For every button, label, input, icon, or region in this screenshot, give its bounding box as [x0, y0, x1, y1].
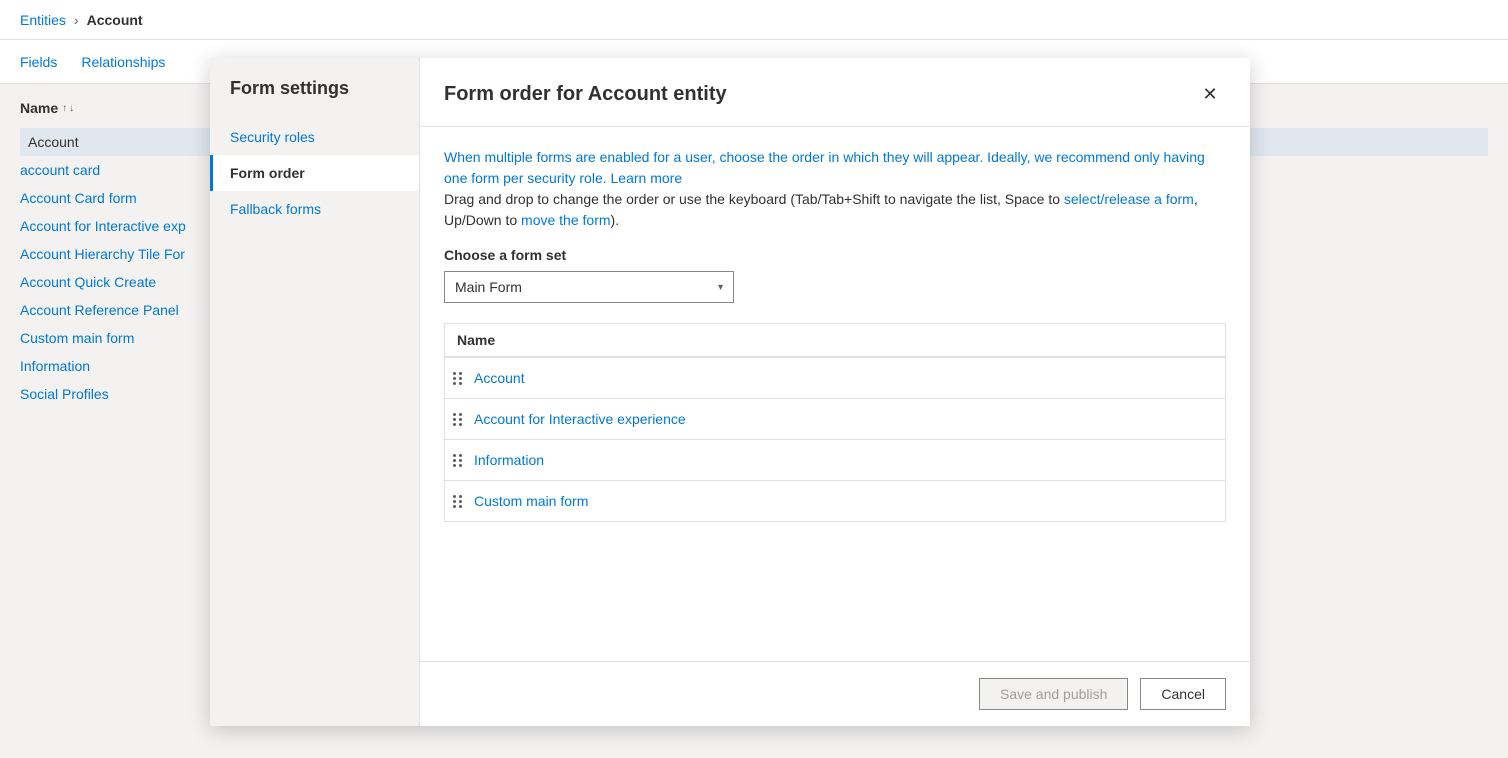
sidebar-title: Form settings	[210, 78, 419, 119]
dropdown-arrow-icon: ▾	[718, 282, 723, 293]
entities-link[interactable]: Entities	[20, 12, 66, 28]
form-name-label: Information	[474, 452, 544, 468]
nav-fields[interactable]: Fields	[20, 44, 57, 80]
form-list-table: Name Account Account	[444, 323, 1226, 522]
desc-text-4: ).	[611, 212, 620, 228]
modal-dialog: Form settings Security roles Form order …	[210, 58, 1250, 726]
breadcrumb: Entities › Account	[20, 12, 143, 28]
modal-footer: Save and publish Cancel	[420, 661, 1250, 726]
sidebar-item-security-roles[interactable]: Security roles	[210, 119, 419, 155]
form-list-row[interactable]: Account	[445, 358, 1225, 399]
sort-arrows[interactable]: ↑ ↓	[62, 103, 74, 114]
modal-sidebar: Form settings Security roles Form order …	[210, 58, 420, 726]
desc-text-1: When multiple forms are enabled for a us…	[444, 149, 1205, 186]
save-and-publish-button[interactable]: Save and publish	[979, 678, 1128, 710]
sidebar-item-fallback-forms[interactable]: Fallback forms	[210, 191, 419, 227]
sort-down-arrow: ↓	[69, 103, 74, 114]
desc-text-2: Drag and drop to change the order or use…	[444, 191, 1064, 207]
drag-handle-icon[interactable]	[453, 454, 462, 467]
form-set-dropdown[interactable]: Main Form ▾	[444, 271, 734, 303]
modal-content-area: Form order for Account entity ✕ When mul…	[420, 58, 1250, 726]
move-form-link[interactable]: move the form	[521, 212, 610, 228]
top-bar: Entities › Account	[0, 0, 1508, 40]
drag-handle-icon[interactable]	[453, 495, 462, 508]
learn-more-link[interactable]: Learn more	[611, 170, 683, 186]
breadcrumb-chevron: ›	[74, 12, 79, 28]
name-column-header: Name	[457, 332, 495, 348]
form-list-row[interactable]: Information	[445, 440, 1225, 481]
description-block: When multiple forms are enabled for a us…	[444, 147, 1226, 231]
modal-body: When multiple forms are enabled for a us…	[420, 127, 1250, 661]
sort-label: Name	[20, 100, 58, 116]
choose-form-label: Choose a form set	[444, 247, 1226, 263]
nav-relationships[interactable]: Relationships	[81, 44, 165, 80]
select-release-link[interactable]: select/release a form	[1064, 191, 1194, 207]
cancel-button[interactable]: Cancel	[1140, 678, 1226, 710]
modal-header: Form order for Account entity ✕	[420, 58, 1250, 127]
account-label: Account	[87, 12, 143, 28]
sort-up-arrow: ↑	[62, 103, 67, 114]
sidebar-item-form-order[interactable]: Form order	[210, 155, 419, 191]
dropdown-selected-value: Main Form	[455, 279, 522, 295]
close-button[interactable]: ✕	[1194, 78, 1226, 110]
form-name-label: Custom main form	[474, 493, 588, 509]
form-name-label: Account	[474, 370, 525, 386]
modal-title: Form order for Account entity	[444, 83, 727, 106]
drag-handle-icon[interactable]	[453, 413, 462, 426]
form-list-header: Name	[445, 324, 1225, 358]
form-list-row[interactable]: Account for Interactive experience	[445, 399, 1225, 440]
form-list-row[interactable]: Custom main form	[445, 481, 1225, 521]
drag-handle-icon[interactable]	[453, 372, 462, 385]
form-name-label: Account for Interactive experience	[474, 411, 686, 427]
